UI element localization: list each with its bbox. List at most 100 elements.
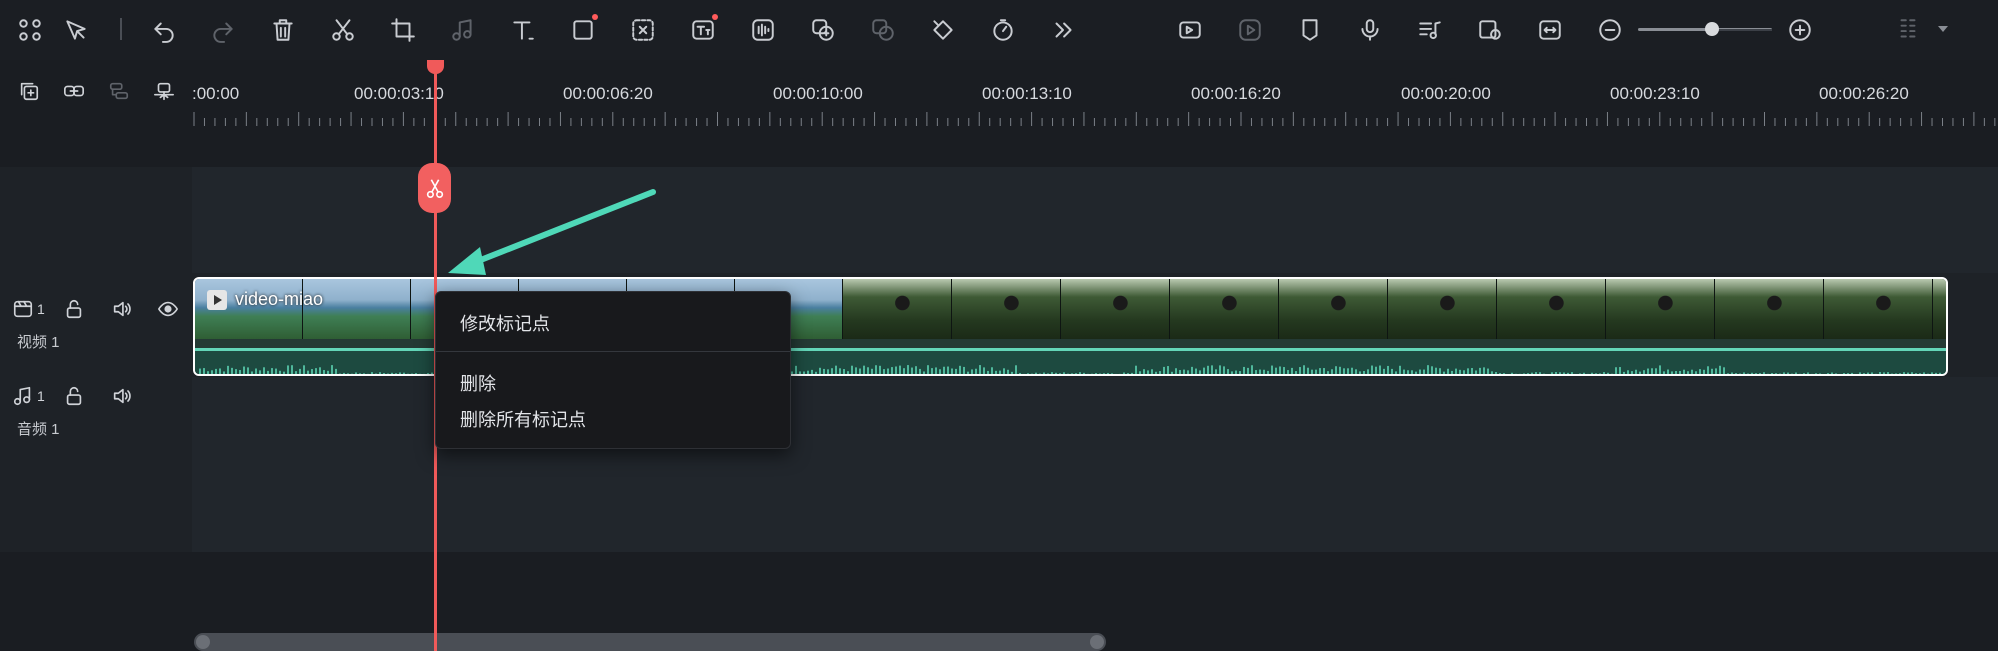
grid-icon[interactable] — [12, 12, 48, 48]
undo-icon[interactable] — [146, 12, 182, 48]
fit-timeline-icon[interactable] — [1532, 12, 1568, 48]
render-preview-icon[interactable] — [1232, 12, 1268, 48]
lock-icon[interactable] — [62, 384, 86, 408]
waveform-bar — [1007, 369, 1009, 374]
waveform-bar — [1647, 368, 1649, 374]
mute-audio-track-icon[interactable] — [110, 384, 134, 408]
waveform-bar — [1311, 369, 1313, 374]
waveform-bar — [1463, 370, 1465, 374]
waveform-bar — [1739, 373, 1741, 374]
zoom-slider-handle[interactable] — [1705, 22, 1719, 36]
waveform-bar — [975, 368, 977, 374]
microphone-icon[interactable] — [1352, 12, 1388, 48]
track-headers: 1 视频 1 1 音频 1 — [0, 167, 192, 552]
clip-thumbnail — [1606, 279, 1715, 339]
marker-context-menu: 修改标记点 删除 删除所有标记点 — [435, 291, 791, 449]
waveform-bar — [1539, 372, 1541, 374]
waveform-bar — [1723, 367, 1725, 374]
eye-icon[interactable] — [156, 297, 180, 321]
waveform-bar — [1771, 373, 1773, 374]
menu-item-delete-all-markers[interactable]: 删除所有标记点 — [460, 406, 586, 432]
group-icon[interactable] — [102, 74, 136, 108]
delete-icon[interactable] — [265, 12, 301, 48]
menu-item-delete[interactable]: 删除 — [460, 370, 496, 396]
crop-icon[interactable] — [385, 12, 421, 48]
layout-icon[interactable] — [1890, 12, 1926, 48]
waveform-bar — [1695, 371, 1697, 374]
waveform-bar — [371, 372, 373, 374]
waveform-bar — [1679, 370, 1681, 374]
shape-icon[interactable] — [565, 12, 601, 48]
waveform-bar — [1243, 366, 1245, 374]
lock-icon[interactable] — [62, 297, 86, 321]
keyframe-icon[interactable] — [925, 12, 961, 48]
ai-text-icon[interactable] — [685, 12, 721, 48]
add-track-icon[interactable] — [12, 74, 46, 108]
waveform-bar — [899, 365, 901, 374]
waveform-bar — [1411, 370, 1413, 374]
horizontal-scrollbar[interactable] — [194, 633, 1106, 651]
timeline-tools-panel — [0, 60, 192, 167]
waveform-bar — [1591, 372, 1593, 374]
cut-icon[interactable] — [325, 12, 361, 48]
waveform-bar — [1527, 373, 1529, 374]
waveform-bar — [1615, 367, 1617, 374]
scrollbar-right-handle[interactable] — [1090, 635, 1104, 649]
waveform-bar — [891, 367, 893, 374]
snap-icon[interactable] — [147, 74, 181, 108]
marker-icon[interactable] — [1292, 12, 1328, 48]
more-icon[interactable] — [1045, 12, 1081, 48]
zoom-in-icon[interactable] — [1782, 12, 1818, 48]
waveform-bar — [427, 373, 429, 374]
clip-thumbnail — [1715, 279, 1824, 339]
waveform-bar — [431, 372, 433, 374]
scrollbar-left-handle[interactable] — [196, 635, 210, 649]
waveform-bar — [1435, 367, 1437, 374]
time-ruler[interactable]: :00:00 00:00:03:10 00:00:06:20 00:00:10:… — [192, 60, 1998, 127]
waveform-bar — [283, 371, 285, 374]
waveform-bar — [1711, 368, 1713, 374]
waveform-bar — [1443, 371, 1445, 374]
waveform-bar — [415, 373, 417, 374]
speed-icon[interactable] — [985, 12, 1021, 48]
menu-item-edit-marker[interactable]: 修改标记点 — [460, 310, 550, 336]
waveform-bar — [267, 370, 269, 374]
waveform-bar — [1555, 372, 1557, 374]
audio-stretch-icon[interactable] — [445, 12, 481, 48]
waveform-bar — [1551, 372, 1553, 374]
link-icon[interactable] — [57, 74, 91, 108]
redo-icon[interactable] — [205, 12, 241, 48]
auto-reframe-icon[interactable] — [1172, 12, 1208, 48]
waveform-bar — [1299, 367, 1301, 374]
waveform-bar — [1819, 373, 1821, 374]
text-icon[interactable] — [505, 12, 541, 48]
layout-dropdown-icon[interactable] — [1938, 26, 1948, 32]
select-tool-icon[interactable] — [58, 12, 94, 48]
waveform-bar — [1655, 368, 1657, 374]
waveform-bar — [1595, 373, 1597, 374]
ai-mask-icon[interactable] — [625, 12, 661, 48]
waveform-bar — [1051, 372, 1053, 374]
waveform-bar — [399, 372, 401, 374]
waveform-bar — [1935, 372, 1937, 374]
waveform-bar — [915, 366, 917, 374]
voice-changer-icon[interactable] — [865, 12, 901, 48]
waveform-bar — [855, 367, 857, 374]
zoom-out-icon[interactable] — [1592, 12, 1628, 48]
speech-to-text-icon[interactable] — [805, 12, 841, 48]
mute-video-track-icon[interactable] — [110, 297, 134, 321]
waveform-bar — [1287, 370, 1289, 374]
waveform-bar — [1295, 371, 1297, 374]
audio-waveform-icon[interactable] — [745, 12, 781, 48]
waveform-bar — [1691, 369, 1693, 374]
waveform-bar — [1863, 373, 1865, 374]
waveform-bar — [1579, 373, 1581, 374]
waveform-bar — [1043, 372, 1045, 374]
audio-mixer-icon[interactable] — [1412, 12, 1448, 48]
waveform-bar — [1583, 372, 1585, 374]
waveform-bar — [1635, 369, 1637, 374]
snapshot-icon[interactable] — [1472, 12, 1508, 48]
waveform-bar — [1375, 366, 1377, 374]
clip-thumbnail — [1061, 279, 1170, 339]
waveform-bar — [883, 369, 885, 374]
